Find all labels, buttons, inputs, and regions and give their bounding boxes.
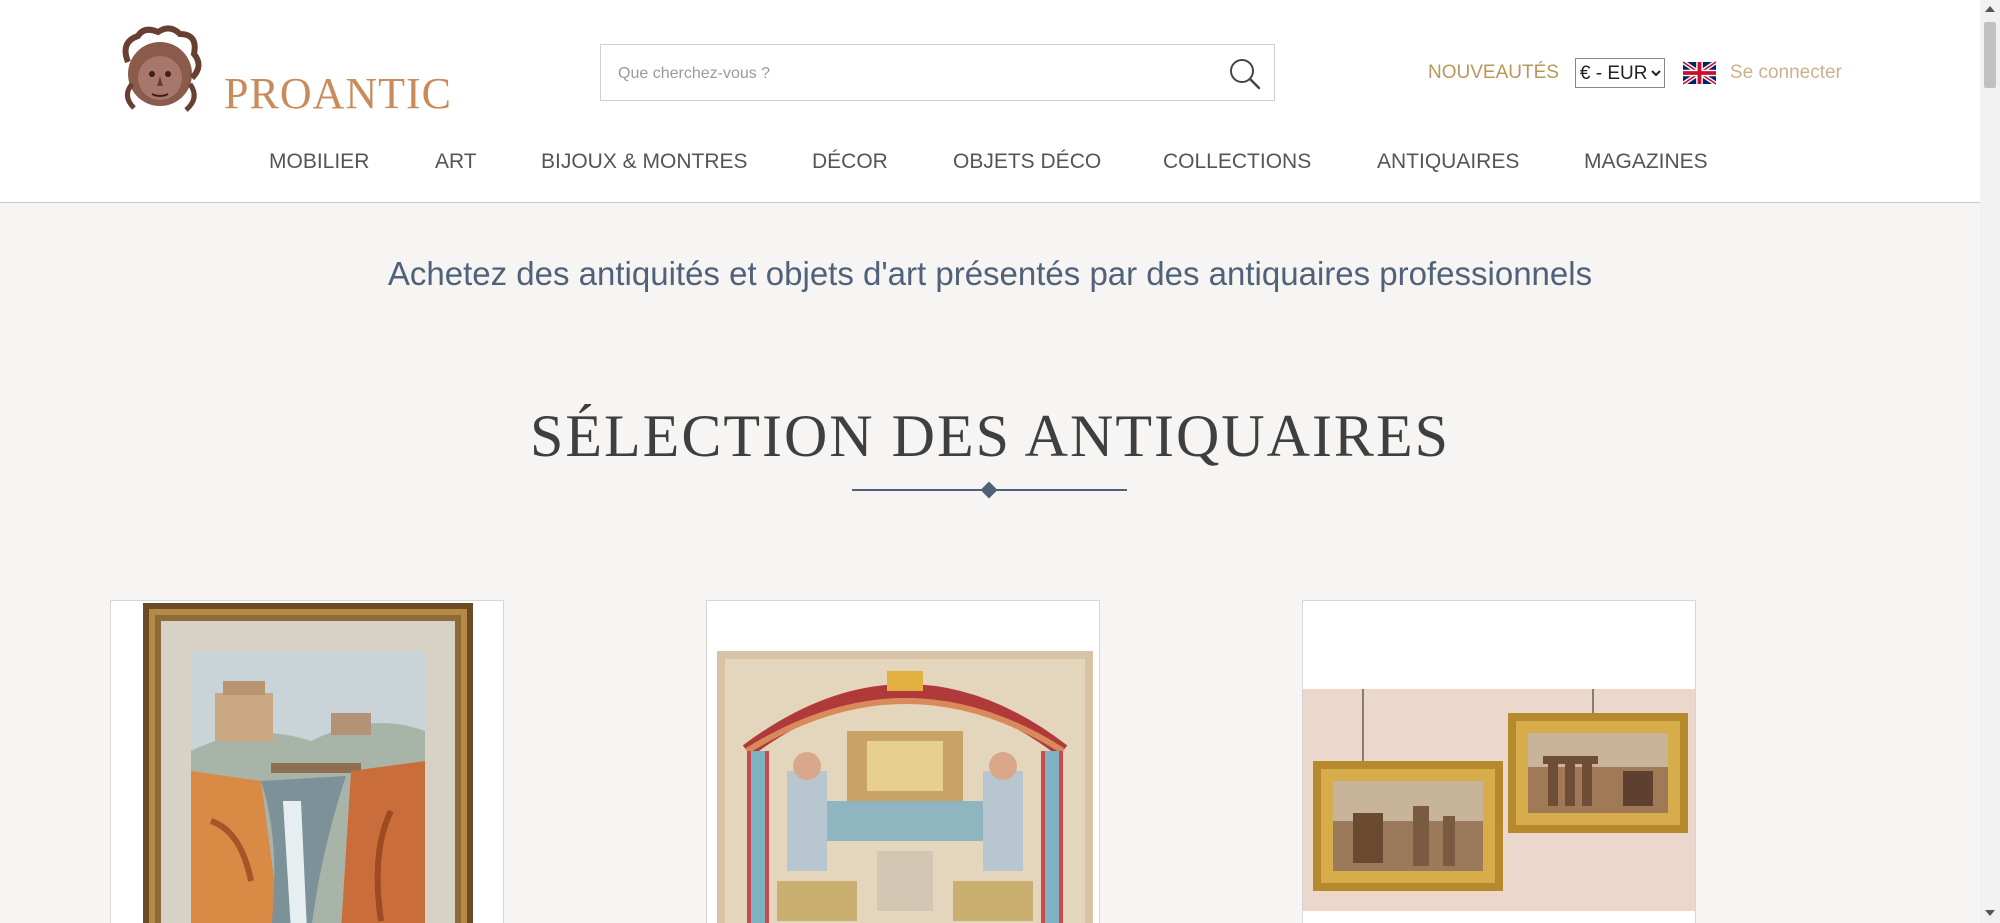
nav-item-mobilier[interactable]: MOBILIER xyxy=(269,150,369,174)
search-icon[interactable] xyxy=(1226,55,1264,93)
framed-ruins-paintings-image xyxy=(1303,601,1695,923)
product-card[interactable] xyxy=(110,600,504,923)
search-input[interactable] xyxy=(616,59,1210,89)
divider-diamond-icon xyxy=(980,481,998,499)
site-logo[interactable]: PROANTIC xyxy=(110,22,455,122)
tagline: Achetez des antiquités et objets d'art p… xyxy=(387,255,1593,292)
currency-select[interactable]: € - EUR xyxy=(1574,58,1665,88)
product-card[interactable] xyxy=(1302,600,1696,923)
nav-item-antiquaires[interactable]: ANTIQUAIRES xyxy=(1377,150,1519,174)
nav-item-collections[interactable]: COLLECTIONS xyxy=(1163,150,1311,174)
nav-item-objets-deco[interactable]: OBJETS DÉCO xyxy=(953,150,1101,174)
scroll-down-icon[interactable] xyxy=(1985,910,1995,916)
uk-flag-icon[interactable] xyxy=(1682,61,1716,85)
judaica-tapestry-image xyxy=(707,601,1099,923)
page-scrollbar[interactable] xyxy=(1980,0,2000,923)
nav-item-bijoux-montres[interactable]: BIJOUX & MONTRES xyxy=(541,150,748,174)
logo-text: PROANTIC xyxy=(224,69,453,118)
header-actions: NOUVEAUTÉS € - EUR Se connecter xyxy=(1428,58,1842,88)
search-bar xyxy=(600,44,1275,101)
section-title: SÉLECTION DES ANTIQUAIRES xyxy=(530,403,1450,469)
framed-waterfall-painting-image xyxy=(111,601,503,923)
nav-item-decor[interactable]: DÉCOR xyxy=(812,150,888,174)
nav-item-art[interactable]: ART xyxy=(435,150,477,174)
login-link[interactable]: Se connecter xyxy=(1730,62,1842,84)
page: PROANTIC NOUVEAUTÉS € - EUR Se connecter xyxy=(0,0,1980,923)
product-card[interactable] xyxy=(706,600,1100,923)
medusa-head-icon xyxy=(122,25,202,112)
nouveautes-link[interactable]: NOUVEAUTÉS xyxy=(1428,62,1559,84)
site-header: PROANTIC NOUVEAUTÉS € - EUR Se connecter xyxy=(0,0,1980,203)
scroll-thumb[interactable] xyxy=(1984,22,1996,88)
nav-item-magazines[interactable]: MAGAZINES xyxy=(1584,150,1708,174)
scroll-up-icon[interactable] xyxy=(1985,6,1995,12)
main-nav: MOBILIER ART BIJOUX & MONTRES DÉCOR OBJE… xyxy=(110,122,1848,202)
